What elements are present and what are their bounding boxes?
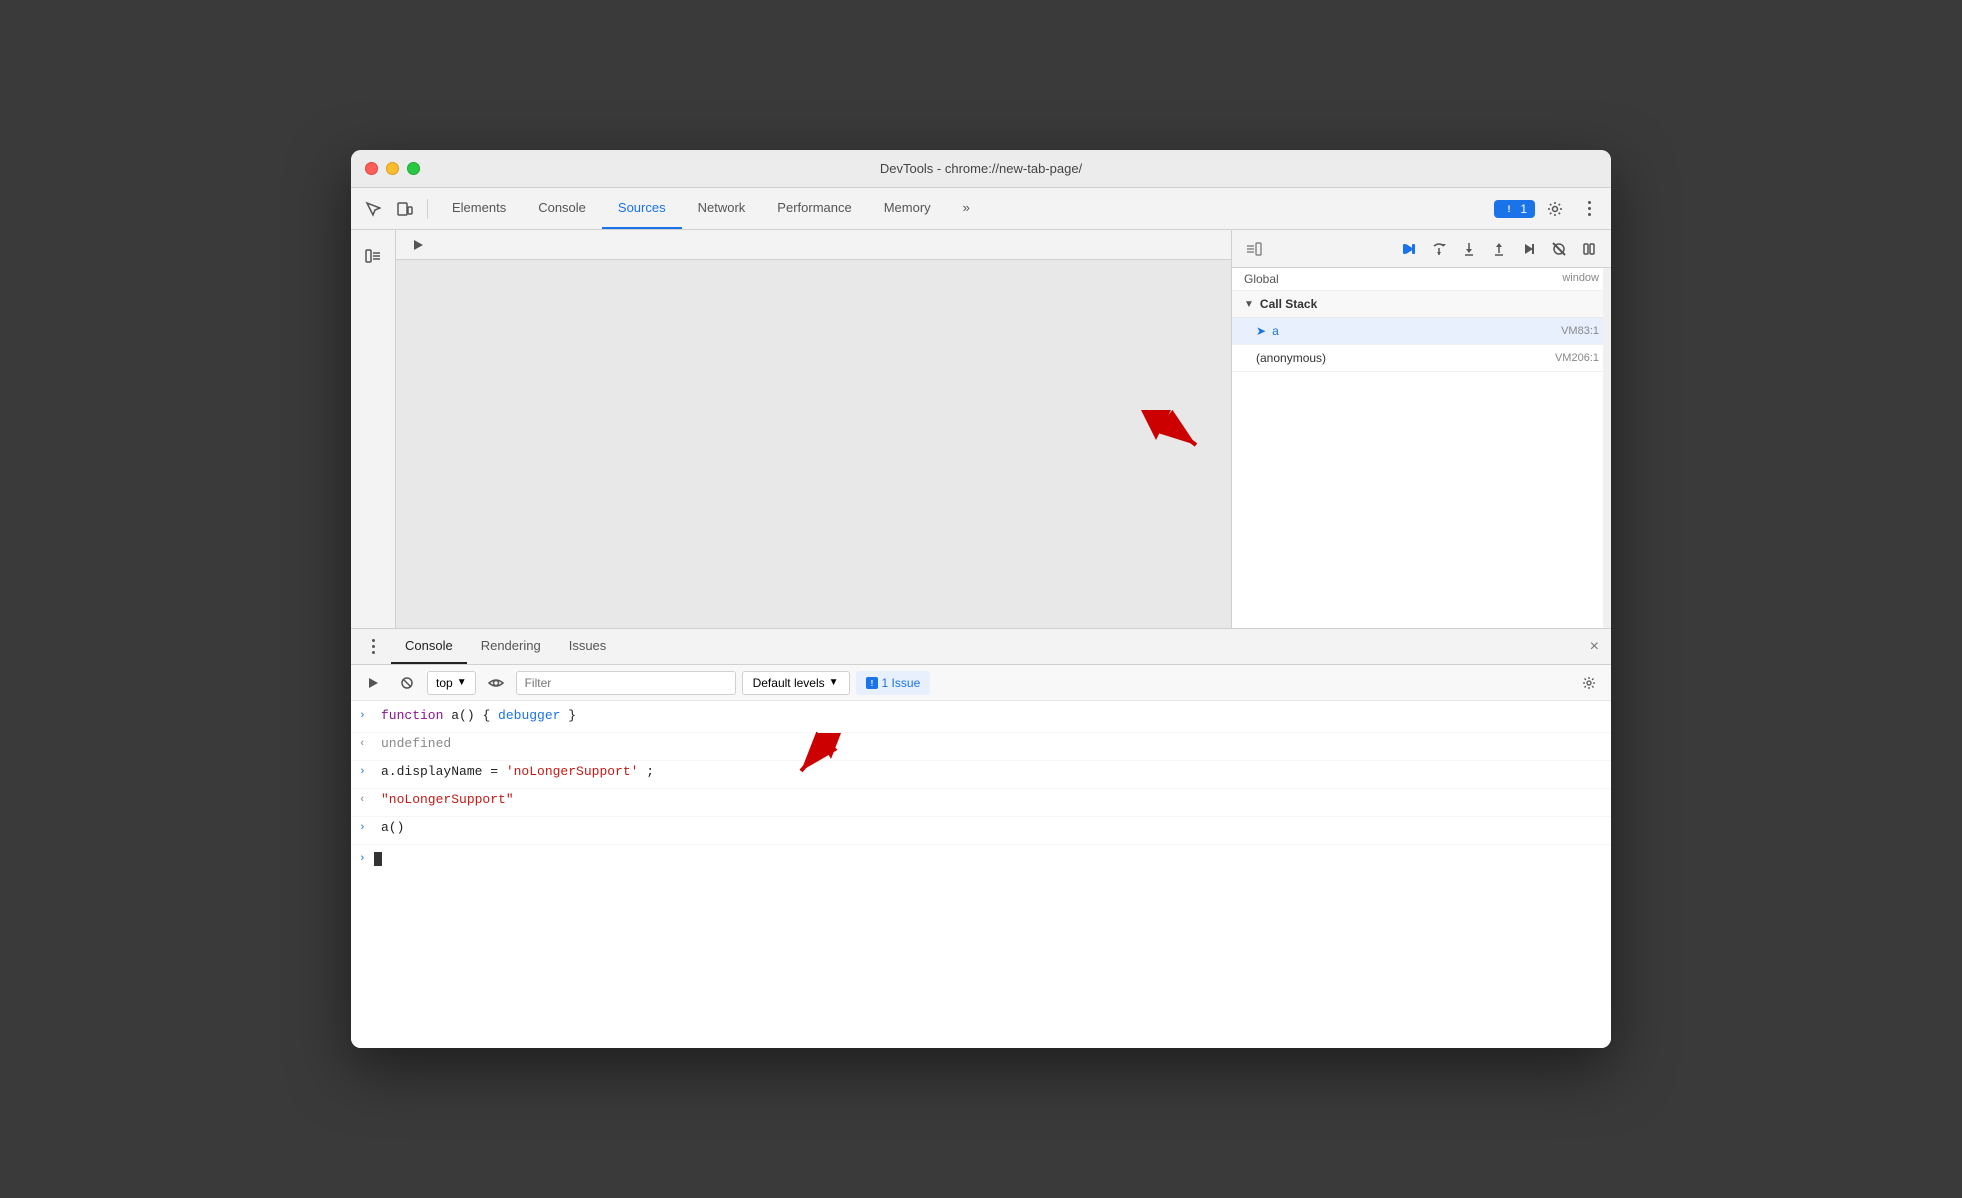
issues-count: 1 <box>1520 202 1527 216</box>
svg-text:!: ! <box>1508 204 1511 214</box>
three-dots-icon <box>372 639 375 654</box>
vertical-dots-icon <box>1588 201 1591 216</box>
show-debugger-button[interactable] <box>1240 235 1268 263</box>
close-button[interactable] <box>365 162 378 175</box>
prompt-arrow: › <box>359 853 366 865</box>
toolbar-right: ! 1 <box>1494 195 1603 223</box>
issues-panel-button[interactable]: ! 1 Issue <box>856 671 931 695</box>
current-frame-arrow: ➤ <box>1256 324 1266 338</box>
debugger-toolbar <box>1232 230 1611 268</box>
console-toolbar: top ▼ Default levels ▼ <box>351 665 1611 701</box>
call-stack-header: ▼ Call Stack <box>1232 291 1611 318</box>
pause-exceptions-button[interactable] <box>1575 235 1603 263</box>
console-line-4: ‹ "noLongerSupport" <box>351 789 1611 817</box>
editor-area <box>396 230 1231 628</box>
callstack-collapse-arrow[interactable]: ▼ <box>1244 299 1254 310</box>
tab-more[interactable]: » <box>947 188 986 229</box>
console-body: › function a() { debugger } ‹ undefined <box>351 701 1611 1048</box>
console-line-1: › function a() { debugger } <box>351 705 1611 733</box>
issues-badge[interactable]: ! 1 <box>1494 200 1535 218</box>
default-levels-button[interactable]: Default levels ▼ <box>742 671 850 695</box>
editor-content <box>396 260 1231 628</box>
svg-text:!: ! <box>870 679 873 688</box>
run-snippet-button[interactable] <box>404 231 432 259</box>
block-requests-button[interactable] <box>393 669 421 697</box>
window-title: DevTools - chrome://new-tab-page/ <box>880 161 1082 176</box>
console-line-5: › a() <box>351 817 1611 845</box>
console-three-dots[interactable] <box>359 633 387 661</box>
nav-tabs: Elements Console Sources Network Perform… <box>436 188 986 229</box>
show-navigator-button[interactable] <box>359 242 387 270</box>
debugger-content: Global window ▼ Call Stack ➤ a <box>1232 268 1611 628</box>
callstack-item-a[interactable]: ➤ a VM83:1 <box>1232 318 1611 345</box>
cursor <box>374 852 382 866</box>
more-options-button[interactable] <box>1575 195 1603 223</box>
output-arrow-2: ‹ <box>359 736 373 750</box>
callstack-item-anonymous[interactable]: (anonymous) VM206:1 <box>1232 345 1611 372</box>
tab-sources[interactable]: Sources <box>602 188 682 229</box>
console-line-3: › a.displayName = 'noLongerSupport' ; <box>351 761 1611 789</box>
output-arrow-4: ‹ <box>359 792 373 806</box>
console-line-content-1: function a() { debugger } <box>381 708 1603 723</box>
tab-memory[interactable]: Memory <box>868 188 947 229</box>
debugger-panel: Global window ▼ Call Stack ➤ a <box>1231 230 1611 628</box>
device-mode-button[interactable] <box>391 195 419 223</box>
inspect-element-button[interactable] <box>359 195 387 223</box>
resume-button[interactable] <box>1395 235 1423 263</box>
bottom-console: Console Rendering Issues × <box>351 628 1611 1048</box>
traffic-lights <box>365 162 420 175</box>
console-line-2: ‹ undefined <box>351 733 1611 761</box>
titlebar: DevTools - chrome://new-tab-page/ <box>351 150 1611 188</box>
scope-item-global: Global window <box>1232 268 1611 291</box>
console-prompt[interactable]: › <box>351 845 1611 873</box>
scrollbar-track <box>1603 268 1611 628</box>
maximize-button[interactable] <box>407 162 420 175</box>
editor-toolbar <box>396 230 1231 260</box>
console-settings-button[interactable] <box>1575 669 1603 697</box>
context-dropdown[interactable]: top ▼ <box>427 671 476 695</box>
console-line-content-3: a.displayName = 'noLongerSupport' ; <box>381 764 1603 779</box>
step-out-button[interactable] <box>1485 235 1513 263</box>
tab-network[interactable]: Network <box>682 188 762 229</box>
toolbar-divider <box>427 199 428 219</box>
top-toolbar: Elements Console Sources Network Perform… <box>351 188 1611 230</box>
input-arrow-1: › <box>359 708 373 722</box>
step-into-button[interactable] <box>1455 235 1483 263</box>
sources-upper: Global window ▼ Call Stack ➤ a <box>351 230 1611 628</box>
deactivate-breakpoints-button[interactable] <box>1545 235 1573 263</box>
console-tab-issues[interactable]: Issues <box>555 629 621 664</box>
input-arrow-3: › <box>359 764 373 778</box>
tab-elements[interactable]: Elements <box>436 188 522 229</box>
console-close-button[interactable]: × <box>1586 634 1603 660</box>
left-sidebar-panel <box>351 230 396 628</box>
step-over-button[interactable] <box>1425 235 1453 263</box>
settings-button[interactable] <box>1541 195 1569 223</box>
tab-console[interactable]: Console <box>522 188 602 229</box>
step-button[interactable] <box>1515 235 1543 263</box>
clear-console-button[interactable] <box>359 669 387 697</box>
tab-performance[interactable]: Performance <box>761 188 867 229</box>
devtools-panel: Elements Console Sources Network Perform… <box>351 188 1611 1048</box>
console-tab-console[interactable]: Console <box>391 629 467 664</box>
show-live-expressions-button[interactable] <box>482 669 510 697</box>
input-arrow-5: › <box>359 820 373 834</box>
console-tab-rendering[interactable]: Rendering <box>467 629 555 664</box>
minimize-button[interactable] <box>386 162 399 175</box>
console-filter-input[interactable] <box>516 671 736 695</box>
console-tabs-bar: Console Rendering Issues × <box>351 629 1611 665</box>
